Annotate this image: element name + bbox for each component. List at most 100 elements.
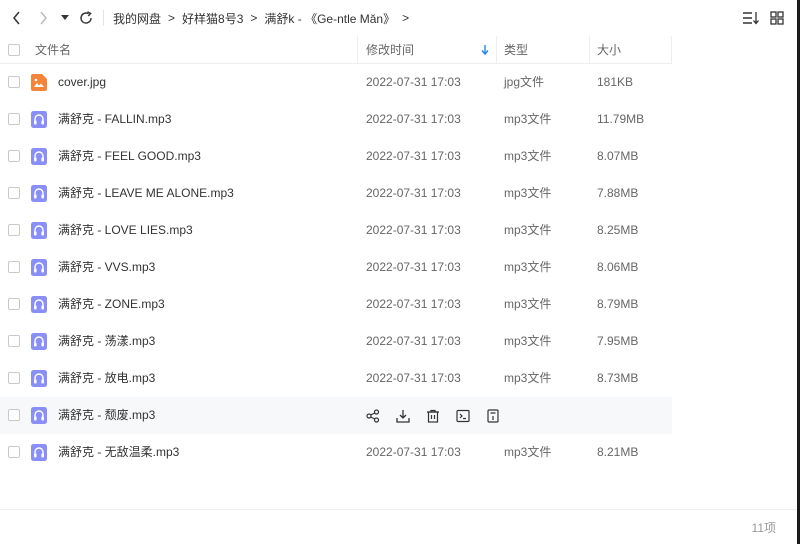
breadcrumb-separator: > [402, 11, 410, 25]
file-modified-time: 2022-07-31 17:03 [366, 112, 461, 126]
file-modified-time: 2022-07-31 17:03 [366, 297, 461, 311]
column-divider[interactable] [357, 36, 358, 64]
file-row[interactable]: 满舒克 - VVS.mp3 2022-07-31 17:03 mp3文件 8.0… [0, 249, 672, 286]
grid-view-button[interactable] [768, 9, 786, 27]
breadcrumb-separator: > [168, 11, 176, 25]
forward-button[interactable] [32, 7, 54, 29]
row-checkbox[interactable] [8, 224, 20, 236]
file-size: 8.06MB [597, 260, 639, 274]
file-type: mp3文件 [504, 112, 552, 126]
file-row[interactable]: 满舒克 - LEAVE ME ALONE.mp3 2022-07-31 17:0… [0, 175, 672, 212]
file-name: 满舒克 - FALLIN.mp3 [58, 112, 172, 126]
file-row[interactable]: 满舒克 - LOVE LIES.mp3 2022-07-31 17:03 mp3… [0, 212, 672, 249]
audio-file-icon [31, 296, 47, 313]
file-row[interactable]: 满舒克 - 放电.mp3 2022-07-31 17:03 mp3文件 8.73… [0, 360, 672, 397]
chevron-right-icon [40, 11, 47, 25]
file-name: 满舒克 - 无敌温柔.mp3 [58, 445, 180, 459]
row-checkbox[interactable] [8, 150, 20, 162]
select-all-checkbox[interactable] [8, 44, 20, 56]
column-header-size[interactable]: 大小 [597, 36, 621, 64]
file-name: 满舒克 - FEEL GOOD.mp3 [58, 149, 201, 163]
toolbar: 我的网盘 > 好样猫8号3 > 满舒k - 《Ge-ntle Măn》 > [0, 0, 800, 36]
breadcrumb-item-root[interactable]: 我的网盘 [113, 10, 161, 27]
delete-icon[interactable] [425, 408, 441, 424]
file-size: 8.79MB [597, 297, 639, 311]
file-modified-time: 2022-07-31 17:03 [366, 149, 461, 163]
sort-order-button[interactable] [742, 9, 760, 27]
audio-file-icon [31, 444, 47, 461]
file-modified-time: 2022-07-31 17:03 [366, 186, 461, 200]
audio-file-icon [31, 407, 47, 424]
audio-file-icon [31, 333, 47, 350]
row-checkbox[interactable] [8, 335, 20, 347]
audio-file-icon [31, 111, 47, 128]
file-size: 8.25MB [597, 223, 639, 237]
file-row[interactable]: 满舒克 - 无敌温柔.mp3 2022-07-31 17:03 mp3文件 8.… [0, 434, 672, 471]
breadcrumb-item-current[interactable]: 满舒k - 《Ge-ntle Măn》 [264, 10, 395, 27]
file-name: 满舒克 - LOVE LIES.mp3 [58, 223, 193, 237]
file-row[interactable]: 满舒克 - 荡漾.mp3 2022-07-31 17:03 mp3文件 7.95… [0, 323, 672, 360]
row-checkbox[interactable] [8, 409, 20, 421]
file-row[interactable]: 满舒克 - 颓废.mp3 [0, 397, 672, 434]
file-row[interactable]: 满舒克 - FEEL GOOD.mp3 2022-07-31 17:03 mp3… [0, 138, 672, 175]
breadcrumb-item-folder[interactable]: 好样猫8号3 [182, 10, 243, 27]
download-icon[interactable] [395, 408, 411, 424]
file-name: 满舒克 - ZONE.mp3 [58, 297, 165, 311]
row-actions [365, 408, 501, 424]
row-checkbox[interactable] [8, 298, 20, 310]
file-name: 满舒克 - LEAVE ME ALONE.mp3 [58, 186, 234, 200]
file-size: 8.21MB [597, 445, 639, 459]
file-modified-time: 2022-07-31 17:03 [366, 371, 461, 385]
file-size: 8.07MB [597, 149, 639, 163]
file-modified-time: 2022-07-31 17:03 [366, 75, 461, 89]
column-header-name[interactable]: 文件名 [35, 36, 71, 64]
file-modified-time: 2022-07-31 17:03 [366, 445, 461, 459]
column-header-modified[interactable]: 修改时间 [366, 36, 414, 64]
file-size: 11.79MB [597, 112, 645, 126]
row-checkbox[interactable] [8, 261, 20, 273]
file-type: mp3文件 [504, 334, 552, 348]
rename-icon[interactable] [455, 408, 471, 424]
file-size: 8.73MB [597, 371, 639, 385]
refresh-button[interactable] [75, 7, 97, 29]
share-icon[interactable] [365, 408, 381, 424]
audio-file-icon [31, 185, 47, 202]
row-checkbox[interactable] [8, 372, 20, 384]
row-checkbox[interactable] [8, 446, 20, 458]
history-dropdown-button[interactable] [57, 7, 73, 29]
file-list-header: 文件名 修改时间 类型 大小 [0, 36, 672, 64]
status-bar: 11项 [0, 509, 800, 544]
sort-list-icon [743, 12, 759, 25]
row-checkbox[interactable] [8, 76, 20, 88]
column-header-type[interactable]: 类型 [504, 36, 528, 64]
audio-file-icon [31, 222, 47, 239]
file-modified-time: 2022-07-31 17:03 [366, 223, 461, 237]
caret-down-icon [61, 15, 69, 20]
column-divider[interactable] [589, 36, 590, 64]
file-row[interactable]: 满舒克 - FALLIN.mp3 2022-07-31 17:03 mp3文件 … [0, 101, 672, 138]
sort-descending-icon[interactable] [481, 44, 489, 56]
item-count: 11项 [751, 521, 776, 535]
file-type: jpg文件 [504, 75, 545, 89]
file-size: 181KB [597, 75, 634, 89]
refresh-icon [80, 11, 92, 24]
file-name: cover.jpg [58, 75, 107, 89]
file-type: mp3文件 [504, 371, 552, 385]
file-type: mp3文件 [504, 297, 552, 311]
file-name: 满舒克 - 放电.mp3 [58, 371, 156, 385]
more-icon[interactable] [485, 408, 501, 424]
file-list: cover.jpg 2022-07-31 17:03 jpg文件 181KB 满… [0, 64, 672, 471]
file-row[interactable]: 满舒克 - ZONE.mp3 2022-07-31 17:03 mp3文件 8.… [0, 286, 672, 323]
audio-file-icon [31, 370, 47, 387]
row-checkbox[interactable] [8, 113, 20, 125]
back-button[interactable] [6, 7, 28, 29]
file-size: 7.95MB [597, 334, 639, 348]
column-divider[interactable] [496, 36, 497, 64]
file-row[interactable]: cover.jpg 2022-07-31 17:03 jpg文件 181KB [0, 64, 672, 101]
file-name: 满舒克 - VVS.mp3 [58, 260, 156, 274]
row-checkbox[interactable] [8, 187, 20, 199]
column-divider[interactable] [671, 36, 672, 64]
file-name: 满舒克 - 荡漾.mp3 [58, 334, 156, 348]
audio-file-icon [31, 148, 47, 165]
file-modified-time: 2022-07-31 17:03 [366, 260, 461, 274]
